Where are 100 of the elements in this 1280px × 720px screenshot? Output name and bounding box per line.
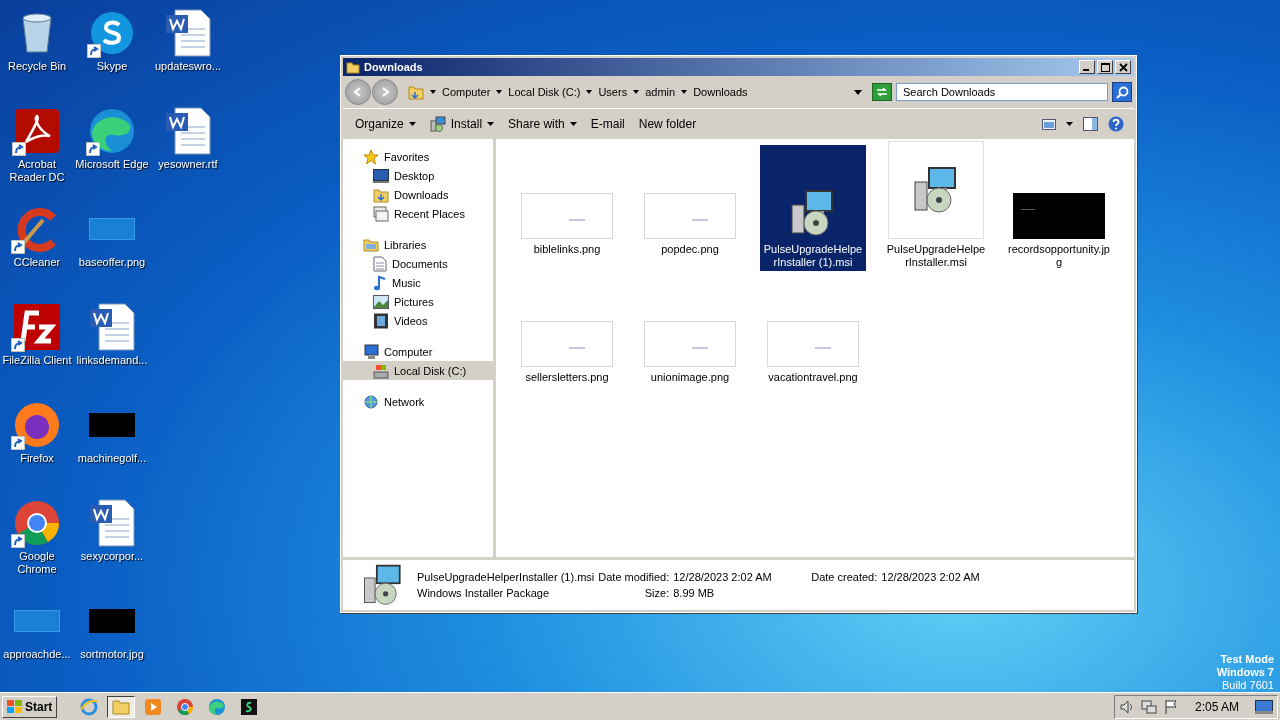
desktop-icon-label[interactable]: Skype <box>96 60 128 73</box>
breadcrumb[interactable]: admin <box>645 86 676 98</box>
speaker-icon[interactable] <box>1118 698 1135 715</box>
breadcrumb[interactable]: Local Disk (C:) <box>508 86 581 98</box>
caret-icon[interactable] <box>1064 120 1075 128</box>
desktop-icon-label[interactable]: Acrobat Reader DC <box>0 158 74 184</box>
desktop-icon-label[interactable]: Recycle Bin <box>7 60 67 73</box>
file-name: biblelinks.png <box>533 243 601 256</box>
desktop-icon-label[interactable]: machinegolf... <box>77 452 147 465</box>
caret-icon[interactable] <box>496 90 503 94</box>
minimize-button[interactable] <box>1079 60 1095 74</box>
filezilla-icon[interactable] <box>13 303 61 351</box>
file-item[interactable]: recordsopportunity.jpg <box>1006 145 1112 271</box>
detail-label: Date modified: <box>598 571 670 583</box>
show-desktop-icon[interactable] <box>1255 699 1273 714</box>
image-thumbnail-icon[interactable] <box>89 218 135 240</box>
search-button[interactable] <box>1112 82 1132 102</box>
navigation-item[interactable]: Music <box>343 273 493 292</box>
desktop-icon-label[interactable]: sortmotor.jpg <box>80 648 144 661</box>
firefox-icon[interactable] <box>13 401 61 449</box>
watermark-text: Test Mode <box>1220 653 1274 666</box>
word-document-icon[interactable] <box>165 9 211 57</box>
desktop-icon-label[interactable]: updateswro... <box>154 60 221 73</box>
file-item[interactable]: biblelinks.png <box>514 145 620 271</box>
file-item[interactable]: PulseUpgradeHelperInstaller (1).msi <box>760 145 866 271</box>
taskbar-app-button[interactable] <box>107 695 136 718</box>
file-item[interactable]: PulseUpgradeHelperInstaller.msi <box>883 145 989 271</box>
desktop-icon-label[interactable]: linksdemand... <box>76 354 148 367</box>
image-thumbnail-icon[interactable] <box>14 610 60 632</box>
recycle-bin-icon[interactable] <box>19 12 55 54</box>
help-button[interactable] <box>1106 114 1126 134</box>
acrobat-icon[interactable] <box>14 108 60 154</box>
word-document-icon[interactable] <box>165 107 211 155</box>
folder-icon <box>112 698 131 715</box>
caret-icon[interactable] <box>633 90 640 94</box>
back-button[interactable] <box>345 79 371 105</box>
word-document-icon[interactable] <box>89 499 135 547</box>
navigation-item[interactable]: Desktop <box>343 166 493 185</box>
close-button[interactable] <box>1115 60 1131 74</box>
windows-logo-icon <box>7 699 23 714</box>
desktop-icon-label[interactable]: Firefox <box>20 452 54 465</box>
desktop-icon-label[interactable]: sexycorpor... <box>80 550 144 563</box>
desktop-icon-label[interactable]: baseoffer.png <box>78 256 146 269</box>
search-field[interactable]: Search Downloads <box>896 83 1108 101</box>
navigation-item[interactable]: Pictures <box>343 292 493 311</box>
toolbar-button[interactable]: Share with <box>504 115 585 133</box>
word-document-icon[interactable] <box>89 303 135 351</box>
navigation-item[interactable]: Network <box>343 392 493 411</box>
navigation-item[interactable]: Documents <box>343 254 493 273</box>
caret-icon[interactable] <box>430 90 436 94</box>
file-item[interactable]: vacationtravel.png <box>760 273 866 399</box>
caret-icon <box>569 122 577 126</box>
file-name: PulseUpgradeHelperInstaller (1).msi <box>762 243 864 269</box>
toolbar-button[interactable]: New folder <box>634 115 705 133</box>
caret-icon[interactable] <box>681 90 688 94</box>
navigation-item[interactable]: Local Disk (C:) <box>343 361 493 380</box>
refresh-button[interactable] <box>872 83 892 101</box>
clock[interactable]: 2:05 AM <box>1194 699 1239 714</box>
navigation-item[interactable]: Recent Places <box>343 204 493 223</box>
flag-icon[interactable] <box>1162 698 1179 715</box>
network-icon[interactable] <box>1140 698 1157 715</box>
chrome-icon[interactable] <box>13 499 61 547</box>
image-thumbnail-icon[interactable] <box>89 413 135 437</box>
navigation-item[interactable]: Downloads <box>343 185 493 204</box>
toolbar-button[interactable]: E-mail <box>586 115 633 133</box>
edge-icon[interactable] <box>88 107 136 155</box>
navigation-item[interactable]: Libraries <box>343 235 493 254</box>
toolbar-button[interactable]: Install <box>425 114 503 134</box>
file-item[interactable]: unionimage.png <box>637 273 743 399</box>
navigation-item[interactable]: Videos <box>343 311 493 330</box>
breadcrumb[interactable]: Users <box>598 86 628 98</box>
computer-icon <box>363 343 379 360</box>
navigation-item[interactable]: Favorites <box>343 147 493 166</box>
desktop-icon-label[interactable]: Microsoft Edge <box>75 158 149 171</box>
maximize-button[interactable] <box>1097 60 1113 74</box>
caret-icon[interactable] <box>586 90 593 94</box>
desktop-icon-label[interactable]: yesowner.rtf <box>158 158 218 171</box>
chrome-icon <box>176 697 195 716</box>
desktop-icon-label[interactable]: approachde... <box>3 648 71 661</box>
media-player-icon <box>144 697 163 716</box>
maximize-icon <box>1100 62 1110 72</box>
view-options-button[interactable] <box>1040 116 1058 132</box>
preview-pane-icon <box>1083 117 1098 131</box>
desktop-icon-label[interactable]: Google Chrome <box>0 550 74 576</box>
detail-label: Size: <box>643 587 670 599</box>
dropdown-caret-icon[interactable] <box>854 89 862 95</box>
toolbar-button[interactable]: Organize <box>351 115 424 133</box>
navigation-item[interactable]: Computer <box>343 342 493 361</box>
breadcrumb[interactable]: Downloads <box>693 86 748 98</box>
desktop-icon-label[interactable]: FileZilla Client <box>2 354 72 367</box>
film-icon <box>373 312 389 329</box>
skype-icon[interactable] <box>89 10 135 56</box>
file-item[interactable]: sellersletters.png <box>514 273 620 399</box>
image-thumbnail-icon[interactable] <box>89 609 135 633</box>
desktop-icon-label[interactable]: CCleaner <box>13 256 61 269</box>
forward-button[interactable] <box>372 79 398 105</box>
preview-pane-button[interactable] <box>1081 115 1100 133</box>
file-item[interactable]: popdec.png <box>637 145 743 271</box>
breadcrumb[interactable]: Computer <box>442 86 491 98</box>
start-button[interactable]: Start <box>2 695 58 718</box>
